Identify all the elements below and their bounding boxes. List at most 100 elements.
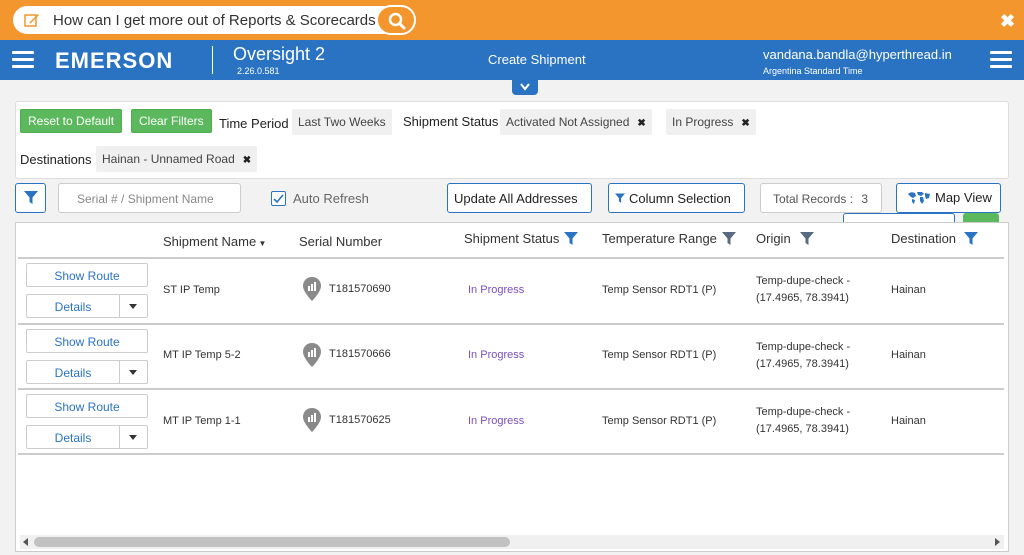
origin-coords: (17.4965, 78.3941) xyxy=(756,292,849,304)
origin-name: Temp-dupe-check - xyxy=(756,341,851,353)
column-filter-icon[interactable] xyxy=(722,232,736,246)
details-dropdown-icon[interactable] xyxy=(119,295,147,317)
shipment-status: In Progress xyxy=(468,415,525,427)
shipment-status: In Progress xyxy=(468,284,525,296)
shipments-table: Shipment Name ▼ Serial Number Shipment S… xyxy=(15,222,1009,552)
filter-icon xyxy=(24,191,38,204)
shipment-name[interactable]: ST IP Temp xyxy=(163,284,220,296)
close-banner-icon[interactable]: ✖ xyxy=(1000,11,1015,32)
help-search-banner: How can I get more out of Reports & Scor… xyxy=(0,0,1024,40)
device-pin-icon xyxy=(303,408,321,432)
destination: Hainan xyxy=(891,415,926,427)
filter-icon xyxy=(615,193,625,203)
reset-to-default-button[interactable]: Reset to Default xyxy=(20,109,123,133)
temperature-range: Temp Sensor RDT1 (P) xyxy=(602,349,717,361)
column-header-shipment-name[interactable]: Shipment Name ▼ xyxy=(163,234,266,249)
user-email: vandana.bandla@hyperthread.in xyxy=(763,47,952,62)
clear-filters-button[interactable]: Clear Filters xyxy=(131,109,212,133)
device-pin-icon xyxy=(303,277,321,301)
page-title: Create Shipment xyxy=(488,52,586,67)
origin-name: Temp-dupe-check - xyxy=(756,406,851,418)
checkmark-icon xyxy=(273,194,284,204)
horizontal-scrollbar[interactable] xyxy=(20,535,1004,549)
column-filter-icon[interactable] xyxy=(564,232,578,246)
column-header-destination[interactable]: Destination xyxy=(891,231,978,246)
temperature-range: Temp Sensor RDT1 (P) xyxy=(602,415,717,427)
brand-logo: EMERSON xyxy=(55,48,174,73)
help-search-button[interactable] xyxy=(376,5,416,35)
shipment-status-label: Shipment Status xyxy=(403,114,499,129)
remove-chip-icon[interactable]: ✖ xyxy=(637,118,645,129)
total-records-value: 3 xyxy=(861,192,869,206)
show-route-button[interactable]: Show Route xyxy=(26,329,148,353)
auto-refresh-checkbox[interactable] xyxy=(271,191,286,206)
serial-number: T181570666 xyxy=(329,348,391,360)
auto-refresh-label: Auto Refresh xyxy=(293,191,369,206)
serial-search-input[interactable]: Serial # / Shipment Name xyxy=(58,183,241,213)
total-records: Total Records : 3 xyxy=(760,183,882,213)
map-view-button[interactable]: Map View xyxy=(896,183,1001,213)
header-divider xyxy=(212,46,213,74)
row-divider xyxy=(18,323,1004,325)
chevron-down-icon xyxy=(520,83,530,91)
shipment-status: In Progress xyxy=(468,349,525,361)
filter-toggle-button[interactable] xyxy=(15,183,46,213)
total-records-label: Total Records : xyxy=(773,192,854,206)
temperature-range: Temp Sensor RDT1 (P) xyxy=(602,284,717,296)
column-header-shipment-status[interactable]: Shipment Status xyxy=(464,231,578,246)
device-pin-icon xyxy=(303,343,321,367)
header-divider-line xyxy=(18,257,1004,259)
app-version: 2.26.0.581 xyxy=(237,66,280,76)
column-header-origin[interactable]: Origin xyxy=(756,231,814,246)
main-menu-icon[interactable] xyxy=(12,51,34,69)
time-period-label: Time Period xyxy=(219,116,289,131)
scroll-right-icon[interactable] xyxy=(995,538,1000,546)
scrollbar-thumb[interactable] xyxy=(34,537,510,547)
shipment-name[interactable]: MT IP Temp 5-2 xyxy=(163,349,241,361)
remove-chip-icon[interactable]: ✖ xyxy=(243,155,251,166)
status-chip-activated[interactable]: Activated Not Assigned ✖ xyxy=(500,109,652,135)
scroll-left-icon[interactable] xyxy=(23,538,28,546)
world-map-icon xyxy=(908,192,930,204)
column-header-serial-number[interactable]: Serial Number xyxy=(299,234,382,249)
column-selection-button[interactable]: Column Selection xyxy=(608,183,745,213)
destination: Hainan xyxy=(891,284,926,296)
filter-panel: Reset to Default Clear Filters Time Peri… xyxy=(15,101,1009,179)
help-search-text[interactable]: How can I get more out of Reports & Scor… xyxy=(53,12,384,29)
column-selection-label: Column Selection xyxy=(629,191,731,206)
details-button[interactable]: Details xyxy=(26,360,148,384)
collapse-header-button[interactable] xyxy=(512,80,538,95)
details-button[interactable]: Details xyxy=(26,425,148,449)
details-button[interactable]: Details xyxy=(26,294,148,318)
column-header-temperature-range[interactable]: Temperature Range xyxy=(602,231,736,246)
origin-coords: (17.4965, 78.3941) xyxy=(756,423,849,435)
column-filter-icon[interactable] xyxy=(964,232,978,246)
shipment-name[interactable]: MT IP Temp 1-1 xyxy=(163,415,241,427)
help-search-box[interactable]: How can I get more out of Reports & Scor… xyxy=(13,6,415,34)
user-menu-icon[interactable] xyxy=(990,51,1012,69)
destinations-label: Destinations xyxy=(20,152,92,167)
app-name: Oversight 2 xyxy=(233,44,326,64)
column-filter-icon[interactable] xyxy=(800,232,814,246)
edit-icon xyxy=(24,14,39,27)
destination: Hainan xyxy=(891,349,926,361)
update-all-addresses-button[interactable]: Update All Addresses xyxy=(447,183,592,213)
show-route-button[interactable]: Show Route xyxy=(26,394,148,418)
search-icon xyxy=(388,12,406,30)
details-dropdown-icon[interactable] xyxy=(119,426,147,448)
time-period-chip[interactable]: Last Two Weeks xyxy=(292,109,392,135)
destination-chip[interactable]: Hainan - Unnamed Road ✖ xyxy=(96,146,258,172)
map-view-label: Map View xyxy=(935,190,992,205)
details-dropdown-icon[interactable] xyxy=(119,361,147,383)
remove-chip-icon[interactable]: ✖ xyxy=(741,118,749,129)
app-header: EMERSON Oversight 2 2.26.0.581 Create Sh… xyxy=(0,40,1024,80)
serial-number: T181570625 xyxy=(329,414,391,426)
origin-name: Temp-dupe-check - xyxy=(756,275,851,287)
serial-number: T181570690 xyxy=(329,283,391,295)
user-timezone: Argentina Standard Time xyxy=(763,66,863,76)
status-chip-in-progress[interactable]: In Progress ✖ xyxy=(666,109,756,135)
show-route-button[interactable]: Show Route xyxy=(26,263,148,287)
origin-coords: (17.4965, 78.3941) xyxy=(756,358,849,370)
row-divider xyxy=(18,453,1004,455)
row-divider xyxy=(18,388,1004,390)
